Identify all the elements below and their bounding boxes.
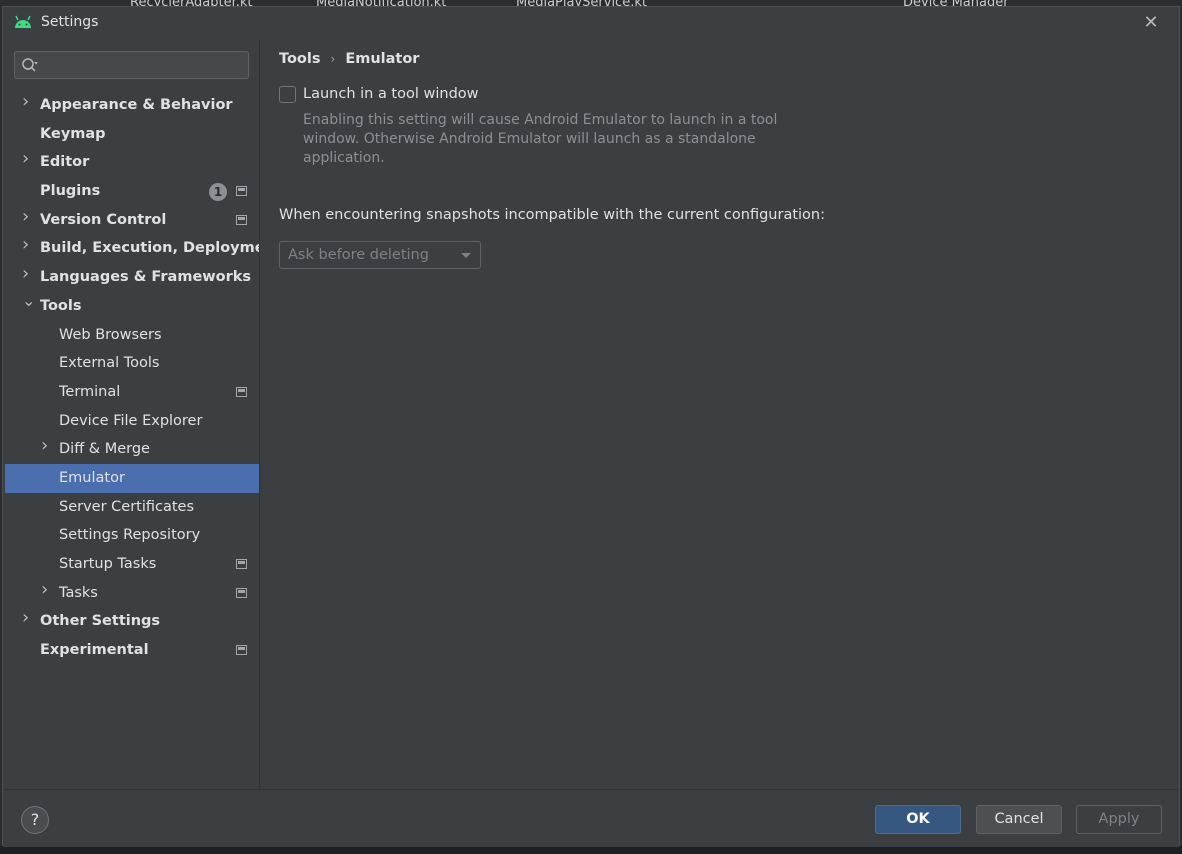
sidebar-item-label: Build, Execution, Deployment	[40, 240, 282, 257]
chevron-right-icon[interactable]: ›	[22, 93, 34, 111]
project-settings-icon	[236, 559, 247, 569]
launch-in-tool-window-checkbox[interactable]	[279, 86, 296, 103]
android-icon	[15, 15, 31, 28]
breadcrumb-current: Emulator	[345, 51, 420, 67]
sidebar-item[interactable]: › Diff & Merge	[5, 435, 259, 464]
sidebar-item-label: Web Browsers	[59, 326, 162, 343]
sidebar-item-label: Plugins	[40, 183, 101, 200]
chevron-right-icon[interactable]: ›	[41, 580, 53, 598]
project-settings-icon	[236, 214, 247, 225]
chevron-right-icon[interactable]: ›	[22, 207, 34, 225]
project-settings-icon	[236, 386, 247, 397]
snapshot-label: When encountering snapshots incompatible…	[279, 207, 825, 223]
project-settings-icon	[236, 186, 247, 197]
sidebar-item[interactable]: External Tools	[5, 349, 259, 378]
dialog-footer: ? OK Cancel Apply	[3, 789, 1179, 847]
help-button[interactable]: ?	[21, 806, 49, 834]
sidebar-item-label: Diff & Merge	[59, 441, 150, 458]
sidebar-item[interactable]: Plugins 1	[5, 177, 259, 206]
dialog-title: Settings	[41, 14, 99, 30]
chevron-down-icon	[461, 253, 471, 258]
chevron-right-icon[interactable]: ›	[22, 150, 34, 168]
sidebar-item-label: Languages & Frameworks	[40, 269, 252, 286]
sidebar-item[interactable]: Experimental	[5, 636, 259, 665]
snapshot-dropdown[interactable]: Ask before deleting	[279, 241, 481, 269]
sidebar-item-label: Startup Tasks	[59, 556, 157, 572]
sidebar-item-label: Terminal	[59, 383, 121, 400]
project-settings-icon	[236, 645, 247, 656]
sidebar-item-label: Appearance & Behavior	[40, 97, 233, 113]
sidebar-item-label: Version Control	[40, 211, 167, 228]
sidebar-item[interactable]: Keymap	[5, 120, 259, 149]
sidebar-item[interactable]: › Tasks	[5, 579, 259, 608]
sidebar-item[interactable]: › Other Settings	[5, 607, 259, 636]
dialog-titlebar: Settings ✕	[3, 7, 1179, 39]
sidebar-item[interactable]: Terminal	[5, 378, 259, 407]
launch-hint-text: Enabling this setting will cause Android…	[303, 112, 778, 166]
sidebar-item[interactable]: › Build, Execution, Deployment	[5, 234, 282, 263]
sidebar-item[interactable]: Server Certificates	[5, 493, 259, 522]
chevron-down-icon[interactable]: ⌄	[22, 292, 35, 308]
sidebar-item-label: Experimental	[40, 642, 149, 659]
sidebar-item-label: Keymap	[40, 125, 106, 142]
sidebar-item-label: Tasks	[59, 584, 98, 601]
project-settings-icon	[236, 587, 247, 598]
sidebar-item[interactable]: › Version Control	[5, 206, 259, 235]
chevron-right-icon[interactable]: ›	[41, 437, 53, 455]
breadcrumb-separator-icon: ›	[330, 52, 336, 66]
chevron-right-icon[interactable]: ›	[22, 265, 34, 283]
sidebar-item-label: External Tools	[59, 355, 160, 372]
settings-sidebar: › Appearance & Behavior Keymap › Editor Plugi…	[3, 39, 282, 789]
sidebar-item[interactable]: Device File Explorer	[5, 407, 259, 436]
chevron-right-icon[interactable]: ›	[22, 236, 34, 254]
sidebar-item[interactable]: Web Browsers	[5, 321, 259, 350]
sidebar-item-label: Device File Explorer	[59, 412, 203, 429]
ide-editor-bottom	[0, 846, 1182, 854]
settings-dialog: Settings ✕ › Appearance & Behavior Keymap ›…	[2, 6, 1180, 847]
sidebar-item-label: Editor	[40, 154, 90, 171]
chevron-right-icon[interactable]: ›	[22, 609, 34, 627]
search-icon	[22, 58, 38, 72]
search-input[interactable]	[14, 51, 249, 79]
sidebar-item[interactable]: Startup Tasks	[5, 550, 259, 579]
sidebar-item-label: Settings Repository	[59, 527, 201, 544]
sidebar-item-label: Tools	[40, 297, 82, 314]
update-count-badge: 1	[209, 183, 227, 202]
settings-content: Tools › Emulator Launch in a tool window E…	[259, 39, 1179, 789]
sidebar-item[interactable]: › Appearance & Behavior	[5, 91, 259, 120]
apply-button[interactable]: Apply	[1076, 805, 1162, 834]
settings-tree: › Appearance & Behavior Keymap › Editor Plugi…	[3, 91, 282, 665]
launch-in-tool-window-label[interactable]: Launch in a tool window	[303, 86, 479, 102]
sidebar-item[interactable]: ⌄ Tools	[5, 292, 259, 321]
sidebar-item[interactable]: Settings Repository	[5, 521, 259, 550]
sidebar-item[interactable]: Emulator	[5, 463, 259, 493]
sidebar-item-label: Server Certificates	[59, 498, 195, 515]
sidebar-item-label: Other Settings	[40, 613, 161, 630]
ok-button[interactable]: OK	[875, 805, 961, 834]
snapshot-dropdown-value: Ask before deleting	[288, 247, 429, 263]
breadcrumb-parent[interactable]: Tools	[279, 51, 321, 67]
breadcrumb: Tools › Emulator	[279, 51, 419, 67]
close-icon[interactable]: ✕	[1141, 13, 1161, 33]
cancel-button[interactable]: Cancel	[976, 805, 1062, 834]
sidebar-item[interactable]: › Languages & Frameworks	[5, 263, 259, 292]
sidebar-item[interactable]: › Editor	[5, 148, 259, 177]
sidebar-item-label: Emulator	[59, 469, 125, 486]
